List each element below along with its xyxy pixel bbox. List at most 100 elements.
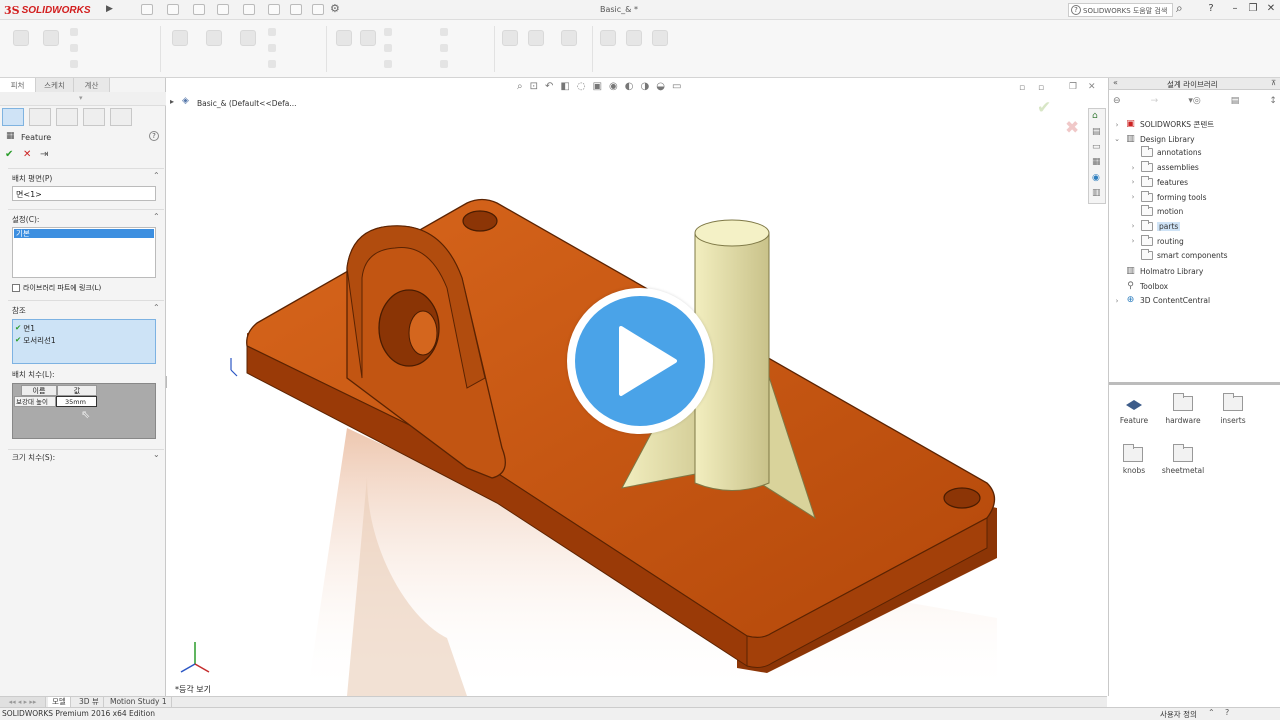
lofted-cut-button[interactable] — [268, 44, 279, 52]
folder-inserts-label[interactable]: inserts — [1208, 416, 1258, 425]
library-tree-item[interactable]: › forming tools — [1129, 190, 1207, 202]
pushpin-icon[interactable]: ⇥ — [40, 149, 48, 160]
link-library-checkbox[interactable] — [12, 284, 20, 292]
feature-manager-icon[interactable] — [2, 108, 24, 126]
print-icon[interactable] — [217, 4, 229, 15]
view-palette-icon[interactable]: ▦ — [1092, 157, 1101, 167]
shell-button[interactable] — [384, 60, 395, 68]
help-icon[interactable]: ? — [149, 131, 159, 141]
link-library-checkbox-row[interactable]: 라이브러리 파트에 링크(L) — [12, 283, 101, 293]
mirror-button[interactable] — [440, 60, 451, 68]
property-manager-icon[interactable] — [29, 108, 51, 126]
options-gear-icon[interactable]: ⚙ — [330, 2, 340, 15]
linear-pattern-button[interactable] — [356, 30, 380, 48]
reference-item[interactable]: ✔ 모서리선1 — [13, 334, 155, 346]
swept-cut-button[interactable] — [268, 28, 279, 36]
library-tree-item[interactable]: › ⊕ 3D ContentCentral — [1113, 295, 1210, 306]
collapse-chevron-icon[interactable]: ⌃ — [153, 303, 160, 312]
expand-toggle-icon[interactable]: › — [1129, 193, 1137, 201]
rebuild-icon[interactable] — [290, 4, 302, 15]
add-file-location-icon[interactable]: ▤ — [1231, 96, 1240, 106]
configuration-manager-icon[interactable] — [56, 108, 78, 126]
back-icon[interactable]: ⊖ — [1113, 96, 1121, 106]
library-tree-item[interactable]: smart components — [1129, 249, 1228, 261]
rib-button[interactable] — [384, 28, 395, 36]
collapse-pane-icon[interactable]: « — [1113, 78, 1118, 87]
units-dropdown-icon[interactable]: ⌃ — [1208, 708, 1215, 717]
close-icon[interactable]: ✕ — [1265, 3, 1277, 14]
boss-revolve-button[interactable] — [36, 30, 66, 48]
reference-item[interactable]: ✔ 면1 — [13, 320, 155, 334]
open-document-icon[interactable] — [167, 4, 179, 15]
boss-extrude-button[interactable] — [6, 30, 36, 48]
intersect-button[interactable] — [440, 44, 451, 52]
expand-toggle-icon[interactable]: › — [1113, 297, 1121, 305]
display-manager-icon[interactable] — [110, 108, 132, 126]
instant3d-button[interactable] — [552, 30, 586, 48]
revolved-cut-button[interactable] — [234, 30, 262, 48]
cancel-x-icon[interactable]: ✕ — [23, 149, 31, 160]
scan-to-3d-button[interactable] — [648, 30, 672, 48]
draft-button[interactable] — [384, 44, 395, 52]
configuration-item-default[interactable]: 기본 — [14, 229, 154, 238]
drop-button[interactable] — [622, 30, 646, 48]
curves-button[interactable] — [524, 30, 548, 48]
ok-check-icon[interactable]: ✔ — [5, 149, 13, 160]
reference-geometry-button[interactable] — [498, 30, 522, 48]
dim-row-value[interactable]: 35mm — [56, 396, 97, 407]
select-icon[interactable] — [268, 4, 280, 15]
solidworks-logo[interactable]: 3S SOLIDWORKS — [4, 3, 91, 17]
expand-toggle-icon[interactable]: › — [1129, 164, 1137, 172]
refresh-icon[interactable]: ↕ — [1269, 96, 1277, 106]
collapse-chevron-icon[interactable]: ⌃ — [153, 212, 160, 221]
appearances-icon[interactable]: ◉ — [1092, 173, 1100, 183]
expand-toggle-icon[interactable]: › — [1129, 178, 1137, 186]
tab-evaluate[interactable]: 계산 — [74, 78, 110, 92]
expand-toggle-icon[interactable]: ⌄ — [1113, 135, 1121, 143]
dimxpert-manager-icon[interactable] — [83, 108, 105, 126]
pane-divider[interactable] — [1109, 382, 1280, 385]
save-icon[interactable] — [193, 4, 205, 15]
wrap-button[interactable] — [440, 28, 451, 36]
boundary-boss-button[interactable] — [70, 60, 81, 68]
fillet-button[interactable] — [332, 30, 356, 48]
library-tree-item[interactable]: ⚲ Toolbox — [1113, 281, 1168, 292]
configuration-list[interactable]: 기본 — [12, 227, 156, 278]
swept-boss-button[interactable] — [70, 28, 81, 36]
graphics-area[interactable]: ▸ ◈ Basic_& (Default<<Defa... ⌕ ⊡ ↶ ◧ ◌ … — [167, 78, 1107, 696]
collapse-handle-icon[interactable]: ▾ — [79, 94, 83, 102]
help-search-input[interactable]: ? SOLIDWORKS 도움말 검색 — [1068, 3, 1173, 17]
library-tree-item[interactable]: › ▣ SOLIDWORKS 콘텐트 — [1113, 119, 1215, 130]
library-tree-item[interactable]: annotations — [1129, 146, 1202, 158]
library-tree-item[interactable]: › routing — [1129, 234, 1184, 246]
tab-features[interactable]: 피처 — [0, 78, 36, 92]
video-play-button[interactable] — [567, 288, 713, 434]
placement-plane-field[interactable]: 면<1> — [12, 186, 156, 201]
collapse-chevron-icon[interactable]: ⌃ — [153, 171, 160, 180]
pin-icon[interactable]: ⊼ — [1271, 79, 1276, 87]
folder-sheetmetal-label[interactable]: sheetmetal — [1158, 466, 1208, 475]
file-properties-icon[interactable] — [312, 4, 324, 15]
restore-icon[interactable]: ❐ — [1247, 3, 1259, 14]
boundary-cut-button[interactable] — [268, 60, 279, 68]
tab-sketch[interactable]: 스케치 — [36, 78, 74, 92]
extruded-cut-button[interactable] — [166, 30, 194, 48]
folder-knobs-label[interactable]: knobs — [1109, 466, 1159, 475]
help-menu-icon[interactable]: ? — [1205, 3, 1217, 14]
library-tree-item[interactable]: ▥ Holmatro Library — [1113, 266, 1203, 277]
expand-toggle-icon[interactable]: › — [1129, 237, 1137, 245]
references-list[interactable]: ✔ 면1 ✔ 모서리선1 — [12, 319, 156, 364]
custom-properties-icon[interactable]: ▥ — [1092, 188, 1101, 198]
status-units[interactable]: 사용자 정의 — [1160, 709, 1197, 720]
resources-icon[interactable]: ▤ — [1092, 127, 1101, 137]
home-icon[interactable]: ⌂ — [1092, 111, 1098, 121]
library-tree-item[interactable]: ⌄ ▥ Design Library — [1113, 134, 1194, 145]
expand-chevron-icon[interactable]: ⌄ — [153, 450, 160, 459]
add-to-library-icon[interactable]: ▾◎ — [1188, 96, 1200, 106]
folder-hardware-label[interactable]: hardware — [1158, 416, 1208, 425]
expand-toggle-icon[interactable]: › — [1129, 222, 1137, 230]
folder-feature-label[interactable]: Feature — [1109, 416, 1159, 425]
library-tree-item[interactable]: motion — [1129, 205, 1183, 217]
menu-arrow-icon[interactable]: ▶ — [106, 4, 113, 14]
weld-bead-button[interactable] — [596, 30, 620, 48]
